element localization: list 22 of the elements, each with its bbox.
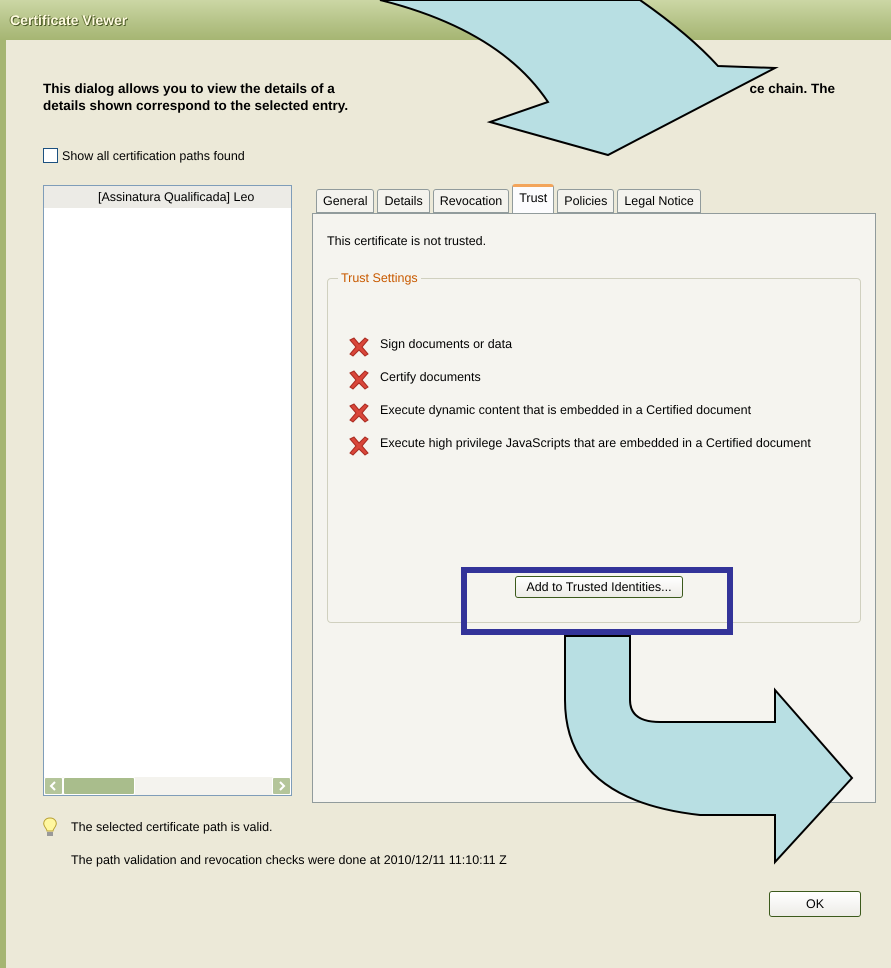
ok-button[interactable]: OK bbox=[769, 891, 861, 917]
checkbox-label: Show all certification paths found bbox=[62, 148, 245, 162]
tab[interactable]: Details bbox=[377, 189, 430, 213]
intro-text: details shown correspond to the selected entry. bbox=[43, 98, 348, 113]
path-list-item[interactable]: [Assinatura Qualificada] Leo bbox=[44, 186, 291, 208]
setting-text: Execute dynamic content that is embedded in a Certified document bbox=[380, 403, 752, 417]
tab[interactable]: Legal Notice bbox=[617, 189, 701, 213]
setting-text: Execute high privilege JavaScripts that are embedded in a Certified document bbox=[380, 436, 811, 450]
setting-text: Sign documents or data bbox=[380, 337, 512, 351]
trust-status-text: This certificate is not trusted. bbox=[327, 234, 488, 248]
intro-text: This dialog allows you to view the details of a bbox=[43, 80, 335, 97]
status-text: The path validation and revocation checks were done at 2010/12/11 11:10:11 Z bbox=[71, 853, 507, 867]
tab[interactable]: Trust bbox=[512, 184, 554, 213]
status-text: The selected certificate path is valid. bbox=[71, 820, 272, 834]
tab[interactable]: General bbox=[316, 189, 374, 213]
setting-text: Certify documents bbox=[380, 370, 481, 384]
tab[interactable]: Policies bbox=[557, 189, 614, 213]
tab[interactable]: Revocation bbox=[432, 189, 510, 213]
group-title: Trust Settings bbox=[338, 271, 421, 285]
intro-text: ce chain. The bbox=[749, 80, 835, 97]
window-title: Certificate Viewer bbox=[10, 12, 128, 28]
add-trusted-button[interactable]: Add to Trusted Identities... bbox=[515, 576, 683, 598]
